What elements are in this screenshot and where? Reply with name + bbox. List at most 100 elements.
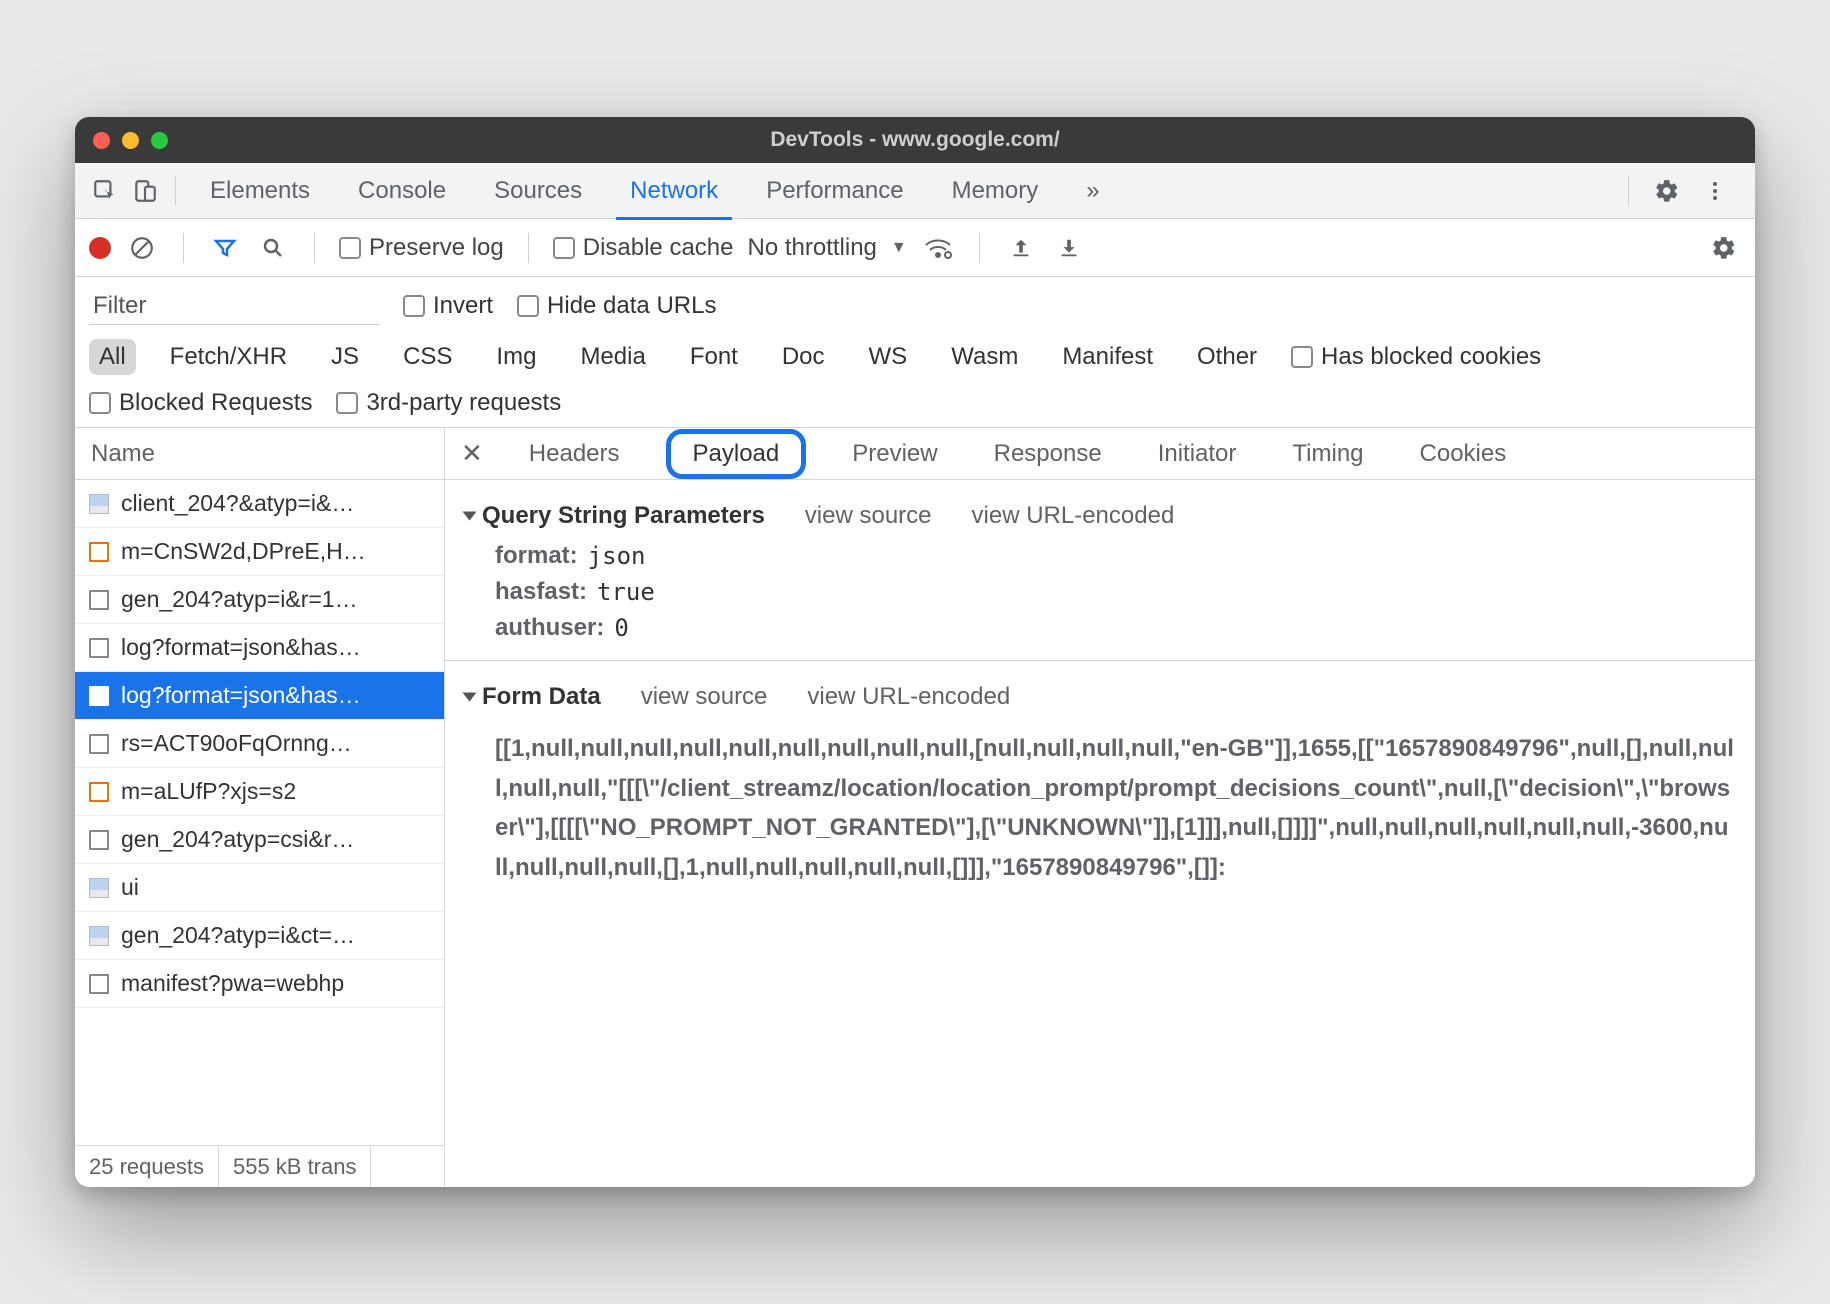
detail-body: Query String Parameters view source view… — [445, 480, 1755, 1187]
request-name: m=aLUfP?xjs=s2 — [121, 778, 296, 805]
script-file-icon — [89, 782, 109, 802]
chevron-down-icon: ▼ — [891, 239, 907, 257]
request-name: ui — [121, 874, 139, 901]
tab-elements[interactable]: Elements — [186, 163, 334, 219]
separator — [314, 233, 315, 263]
type-filter-wasm[interactable]: Wasm — [941, 339, 1028, 375]
type-filter-css[interactable]: CSS — [393, 339, 462, 375]
minimize-window-button[interactable] — [122, 132, 139, 149]
request-row[interactable]: rs=ACT90oFqOrnng… — [75, 720, 444, 768]
detail-tab-payload[interactable]: Payload — [666, 429, 807, 479]
close-window-button[interactable] — [93, 132, 110, 149]
view-url-encoded-link[interactable]: view URL-encoded — [972, 502, 1175, 530]
has-blocked-cookies-checkbox[interactable]: Has blocked cookies — [1291, 343, 1541, 371]
clear-icon[interactable] — [125, 231, 159, 265]
download-har-icon[interactable] — [1052, 231, 1086, 265]
transfer-size: 555 kB trans — [219, 1146, 372, 1187]
tab-memory[interactable]: Memory — [928, 163, 1063, 219]
request-row[interactable]: gen_204?atyp=csi&r… — [75, 816, 444, 864]
detail-tab-preview[interactable]: Preview — [842, 436, 947, 472]
query-param-row: format:json — [445, 538, 1755, 574]
view-url-encoded-link[interactable]: view URL-encoded — [807, 683, 1010, 711]
separator — [183, 233, 184, 263]
tab-sources[interactable]: Sources — [470, 163, 606, 219]
type-filter-manifest[interactable]: Manifest — [1052, 339, 1163, 375]
query-param-row: hasfast:true — [445, 574, 1755, 610]
request-name: log?format=json&has… — [121, 682, 361, 709]
tab-more-panels[interactable]: » — [1062, 163, 1123, 219]
close-detail-icon[interactable]: ✕ — [461, 438, 483, 469]
filter-toggle-icon[interactable] — [208, 231, 242, 265]
search-icon[interactable] — [256, 231, 290, 265]
filter-input[interactable] — [89, 287, 379, 325]
form-data-body: [[1,null,null,null,null,null,null,null,n… — [445, 719, 1755, 887]
view-source-link[interactable]: view source — [641, 683, 768, 711]
doc-file-icon — [89, 686, 109, 706]
inspect-element-icon[interactable] — [85, 171, 125, 211]
param-key: authuser: — [495, 614, 604, 642]
request-row[interactable]: m=CnSW2d,DPreE,H… — [75, 528, 444, 576]
request-row[interactable]: gen_204?atyp=i&ct=… — [75, 912, 444, 960]
type-filter-js[interactable]: JS — [321, 339, 369, 375]
blocked-requests-checkbox[interactable]: Blocked Requests — [89, 389, 312, 417]
detail-tab-cookies[interactable]: Cookies — [1410, 436, 1517, 472]
disable-cache-checkbox[interactable]: Disable cache — [553, 234, 734, 262]
doc-file-icon — [89, 830, 109, 850]
traffic-lights — [93, 132, 168, 149]
separator — [528, 233, 529, 263]
request-row[interactable]: log?format=json&has… — [75, 624, 444, 672]
detail-tab-timing[interactable]: Timing — [1282, 436, 1373, 472]
query-params-section-header[interactable]: Query String Parameters view source view… — [445, 494, 1755, 538]
separator — [175, 176, 176, 206]
doc-file-icon — [89, 734, 109, 754]
detail-tabbar: ✕ Headers Payload Preview Response Initiator… — [445, 428, 1755, 480]
blocked-requests-label: Blocked Requests — [119, 389, 312, 417]
img-file-icon — [89, 494, 109, 514]
type-filter-other[interactable]: Other — [1187, 339, 1267, 375]
detail-tab-initiator[interactable]: Initiator — [1148, 436, 1247, 472]
request-row[interactable]: m=aLUfP?xjs=s2 — [75, 768, 444, 816]
detail-tab-headers[interactable]: Headers — [519, 436, 630, 472]
type-filter-img[interactable]: Img — [486, 339, 546, 375]
request-name: client_204?&atyp=i&… — [121, 490, 354, 517]
upload-har-icon[interactable] — [1004, 231, 1038, 265]
throttling-select[interactable]: No throttling ▼ — [747, 234, 906, 262]
network-settings-gear-icon[interactable] — [1707, 231, 1741, 265]
type-filter-ws[interactable]: WS — [859, 339, 918, 375]
network-toolbar: Preserve log Disable cache No throttling… — [75, 219, 1755, 277]
tab-console[interactable]: Console — [334, 163, 470, 219]
request-row[interactable]: manifest?pwa=webhp — [75, 960, 444, 1008]
hide-data-urls-checkbox[interactable]: Hide data URLs — [517, 292, 716, 320]
request-row[interactable]: ui — [75, 864, 444, 912]
type-filter-font[interactable]: Font — [680, 339, 748, 375]
doc-file-icon — [89, 590, 109, 610]
third-party-checkbox[interactable]: 3rd-party requests — [336, 389, 561, 417]
record-button[interactable] — [89, 237, 111, 259]
query-param-row: authuser:0 — [445, 610, 1755, 646]
invert-checkbox[interactable]: Invert — [403, 292, 493, 320]
detail-tab-response[interactable]: Response — [984, 436, 1112, 472]
type-filter-media[interactable]: Media — [570, 339, 655, 375]
tab-network[interactable]: Network — [606, 163, 742, 219]
maximize-window-button[interactable] — [151, 132, 168, 149]
device-toolbar-icon[interactable] — [125, 171, 165, 211]
network-conditions-icon[interactable] — [921, 231, 955, 265]
request-row[interactable]: client_204?&atyp=i&… — [75, 480, 444, 528]
request-name: m=CnSW2d,DPreE,H… — [121, 538, 366, 565]
window-titlebar: DevTools - www.google.com/ — [75, 117, 1755, 163]
form-data-section-header[interactable]: Form Data view source view URL-encoded — [445, 675, 1755, 719]
more-menu-icon[interactable] — [1695, 171, 1735, 211]
request-row[interactable]: log?format=json&has… — [75, 672, 444, 720]
form-data-title: Form Data — [482, 683, 601, 711]
tab-performance[interactable]: Performance — [742, 163, 927, 219]
settings-gear-icon[interactable] — [1647, 171, 1687, 211]
type-filter-doc[interactable]: Doc — [772, 339, 835, 375]
request-detail-panel: ✕ Headers Payload Preview Response Initiator… — [445, 428, 1755, 1187]
invert-label: Invert — [433, 292, 493, 320]
request-row[interactable]: gen_204?atyp=i&r=1… — [75, 576, 444, 624]
preserve-log-checkbox[interactable]: Preserve log — [339, 234, 504, 262]
type-filter-all[interactable]: All — [89, 339, 136, 375]
type-filter-fetchxhr[interactable]: Fetch/XHR — [160, 339, 297, 375]
view-source-link[interactable]: view source — [805, 502, 932, 530]
hide-data-urls-label: Hide data URLs — [547, 292, 716, 320]
